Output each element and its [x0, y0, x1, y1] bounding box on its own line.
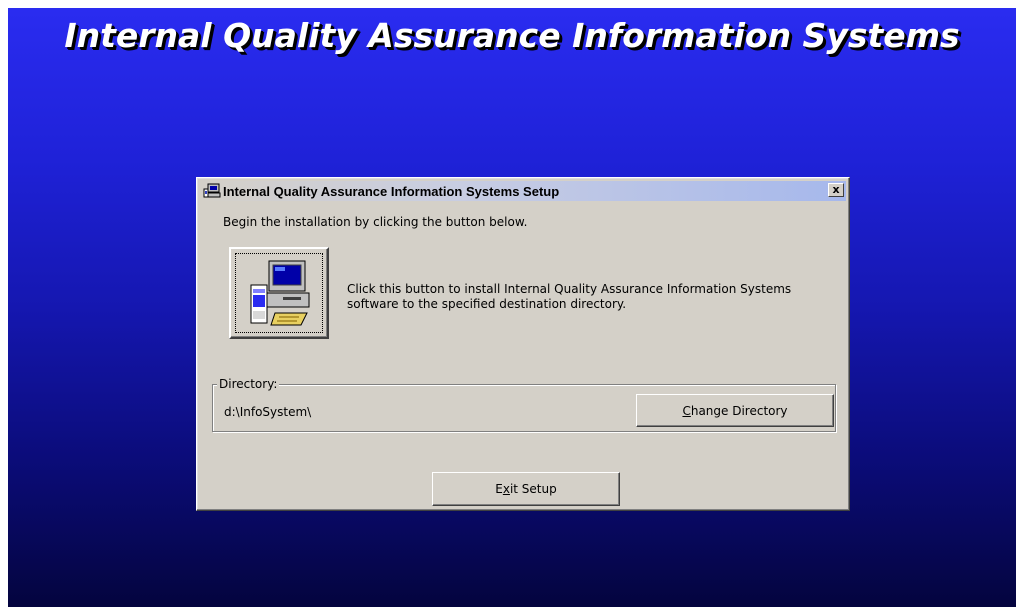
change-directory-button[interactable]: Change Directory: [636, 394, 834, 427]
dialog-titlebar[interactable]: Internal Quality Assurance Information S…: [200, 181, 846, 201]
setup-dialog: Internal Quality Assurance Information S…: [196, 177, 850, 511]
install-button[interactable]: [229, 247, 329, 339]
directory-path: d:\InfoSystem\: [224, 405, 312, 419]
exit-setup-label-end: it Setup: [509, 482, 557, 496]
directory-group: Directory: d:\InfoSystem\ Change Directo…: [212, 377, 836, 432]
exit-setup-label-start: E: [495, 482, 503, 496]
exit-setup-mnemonic: x: [502, 482, 510, 496]
close-icon: x: [832, 183, 840, 196]
instruction-text: Begin the installation by clicking the b…: [223, 215, 528, 229]
change-directory-label: hange Directory: [690, 403, 788, 418]
setup-computer-icon: [203, 183, 221, 199]
change-directory-mnemonic: C: [682, 403, 691, 418]
install-description: Click this button to install Internal Qu…: [347, 282, 792, 311]
banner-title: Internal Quality Assurance Information S…: [64, 16, 960, 55]
dialog-title: Internal Quality Assurance Information S…: [223, 183, 560, 199]
directory-group-label: Directory:: [217, 377, 280, 391]
exit-setup-button[interactable]: Ex it Setup: [432, 472, 620, 506]
computer-install-icon: [250, 260, 310, 326]
close-button[interactable]: x: [828, 183, 844, 197]
desktop-background: Internal Quality Assurance Information S…: [8, 8, 1016, 607]
